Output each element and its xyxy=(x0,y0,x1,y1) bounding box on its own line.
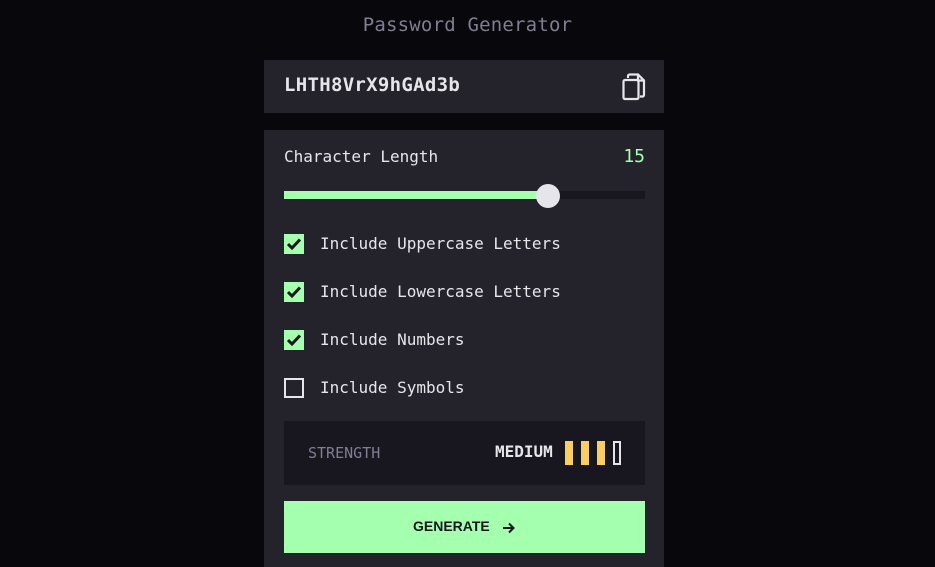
strength-label: STRENGTH xyxy=(308,444,381,462)
strength-meter: STRENGTH MEDIUM xyxy=(284,421,645,485)
option-numbers[interactable]: Include Numbers xyxy=(284,328,584,350)
settings-panel: Character Length 15 Include Uppercase Le… xyxy=(264,130,664,567)
option-label: Include Uppercase Letters xyxy=(320,234,561,253)
symbols-checkbox[interactable] xyxy=(284,378,304,398)
length-slider[interactable] xyxy=(284,184,645,208)
generate-label: GENERATE xyxy=(413,518,490,534)
option-lowercase[interactable]: Include Lowercase Letters xyxy=(284,280,584,302)
strength-bar xyxy=(565,441,573,465)
slider-thumb[interactable] xyxy=(535,184,560,208)
option-uppercase[interactable]: Include Uppercase Letters xyxy=(284,232,584,254)
arrow-right-icon xyxy=(503,519,515,538)
option-label: Include Numbers xyxy=(320,330,465,349)
password-output: LHTH8VrX9hGAd3b xyxy=(264,60,664,113)
option-symbols[interactable]: Include Symbols xyxy=(284,376,584,398)
strength-bar xyxy=(613,441,621,465)
strength-bar xyxy=(581,441,589,465)
page-title: Password Generator xyxy=(362,14,573,36)
generate-button[interactable]: GENERATE xyxy=(284,501,645,553)
character-length-value: 15 xyxy=(623,146,645,167)
password-text: LHTH8VrX9hGAd3b xyxy=(284,74,461,96)
strength-value: MEDIUM xyxy=(495,442,553,461)
option-label: Include Symbols xyxy=(320,378,465,397)
copy-icon[interactable] xyxy=(621,73,647,101)
option-label: Include Lowercase Letters xyxy=(320,282,561,301)
lowercase-checkbox[interactable] xyxy=(284,282,304,302)
uppercase-checkbox[interactable] xyxy=(284,234,304,254)
strength-bar xyxy=(597,441,605,465)
numbers-checkbox[interactable] xyxy=(284,330,304,350)
character-length-label: Character Length xyxy=(284,147,439,166)
slider-fill xyxy=(284,191,548,199)
